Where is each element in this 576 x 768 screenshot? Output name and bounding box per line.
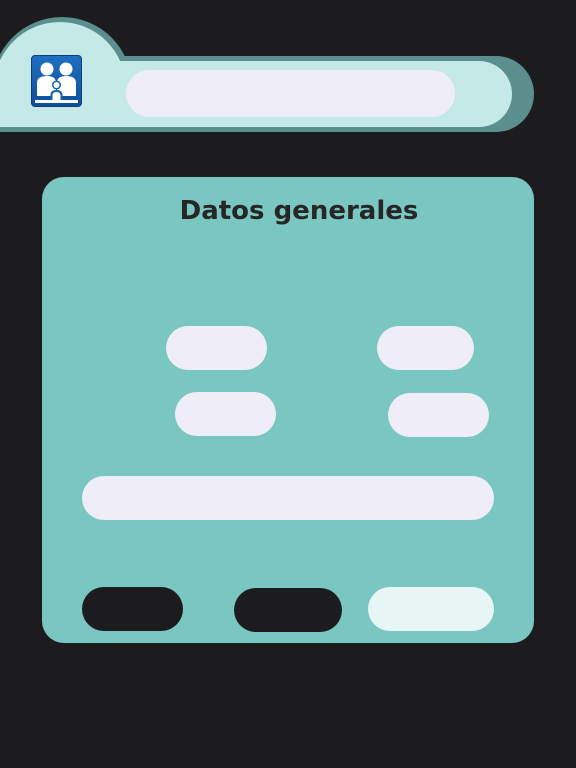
card-title: Datos generales bbox=[179, 196, 419, 226]
family-icon[interactable] bbox=[31, 55, 82, 107]
app-screen: Datos generales bbox=[0, 0, 576, 768]
action-button-3[interactable] bbox=[368, 587, 494, 631]
form-field-wide[interactable] bbox=[82, 476, 494, 520]
form-field-1[interactable] bbox=[166, 326, 267, 370]
form-field-4[interactable] bbox=[388, 393, 489, 437]
action-button-1[interactable] bbox=[82, 587, 183, 631]
form-field-3[interactable] bbox=[175, 392, 276, 436]
search-input[interactable] bbox=[126, 70, 455, 117]
form-field-2[interactable] bbox=[377, 326, 474, 370]
action-button-2[interactable] bbox=[234, 588, 342, 632]
